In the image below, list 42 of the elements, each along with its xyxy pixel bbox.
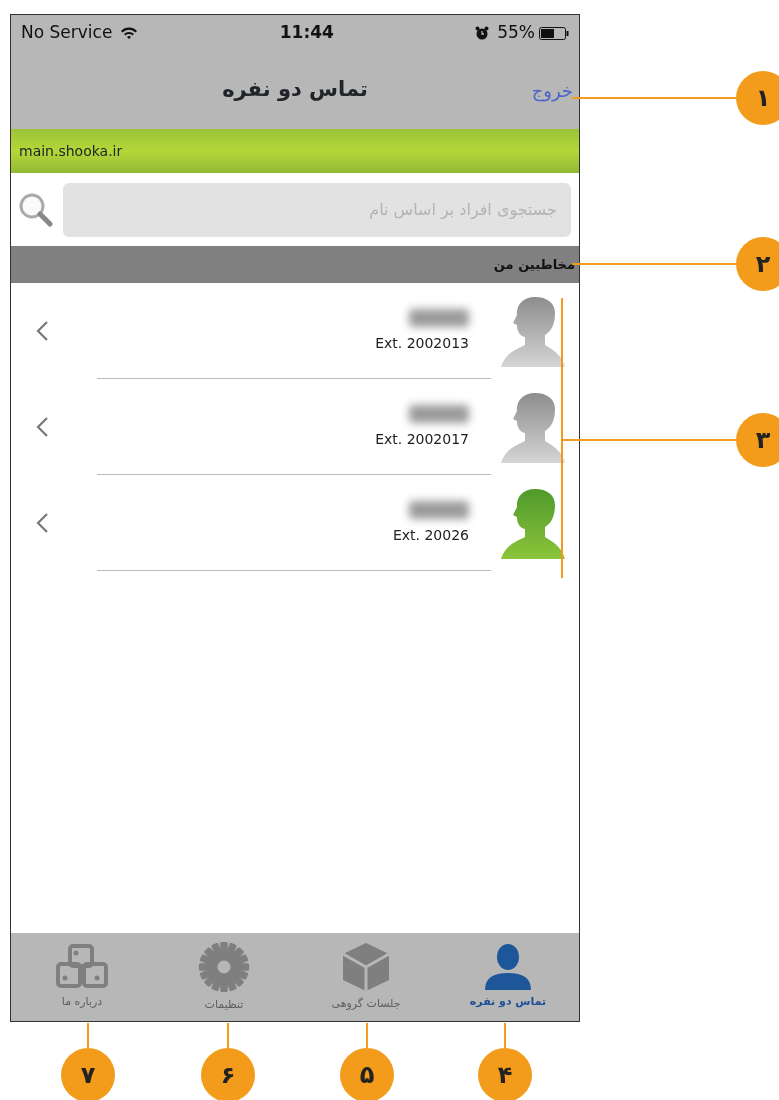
leader-line bbox=[504, 1022, 506, 1049]
callout-marker: ۳ bbox=[736, 413, 779, 467]
callout-marker: ۶ bbox=[201, 1048, 255, 1100]
extension-number: Ext. 2002013 bbox=[375, 333, 469, 353]
person-icon bbox=[483, 943, 533, 990]
callout-marker: ۲ bbox=[736, 237, 779, 291]
extension-number: Ext. 20026 bbox=[392, 525, 469, 545]
server-address: main.shooka.ir bbox=[19, 141, 123, 161]
callout-marker: ۷ bbox=[61, 1048, 115, 1100]
leader-line bbox=[366, 1022, 368, 1049]
callout-marker: ۴ bbox=[478, 1048, 532, 1100]
contact-row[interactable]: Ext. 2002017 bbox=[11, 379, 579, 475]
wifi-icon bbox=[120, 26, 139, 40]
blocks-icon bbox=[56, 943, 108, 990]
screen-title: تماس دو نفره bbox=[222, 76, 368, 104]
leader-line bbox=[87, 1022, 89, 1049]
chevron-icon bbox=[35, 512, 49, 534]
battery-percent: 55% bbox=[497, 21, 535, 45]
blurred-name bbox=[409, 500, 469, 519]
cube-icon bbox=[342, 941, 390, 992]
contact-row[interactable]: Ext. 2002013 bbox=[11, 283, 579, 379]
callout-marker: ۵ bbox=[340, 1048, 394, 1100]
blurred-name bbox=[409, 308, 469, 327]
logout-link[interactable]: خروج bbox=[531, 77, 573, 104]
battery-icon bbox=[539, 26, 569, 40]
alarm-clock-icon bbox=[475, 26, 490, 40]
carrier-label: No Service bbox=[21, 21, 113, 45]
time-label: 11:44 bbox=[279, 21, 334, 45]
chevron-icon bbox=[35, 320, 49, 342]
extension-number: Ext. 2002017 bbox=[375, 429, 469, 449]
blurred-name bbox=[409, 404, 469, 423]
tab-item[interactable]: تماس دو نفره bbox=[437, 933, 579, 1021]
contact-row[interactable]: Ext. 20026 bbox=[11, 475, 579, 571]
section-header: مخاطبین من bbox=[493, 255, 575, 274]
leader-line bbox=[227, 1022, 229, 1049]
tab-item[interactable]: جلسات گروهی bbox=[295, 933, 437, 1021]
tab-item[interactable]: درباره ما bbox=[11, 933, 153, 1021]
search-icon[interactable] bbox=[19, 192, 53, 227]
tab-item[interactable]: تنظیمات bbox=[153, 933, 295, 1021]
callout-marker: ۱ bbox=[736, 71, 779, 125]
gear-icon bbox=[198, 940, 250, 993]
chevron-icon bbox=[35, 416, 49, 438]
